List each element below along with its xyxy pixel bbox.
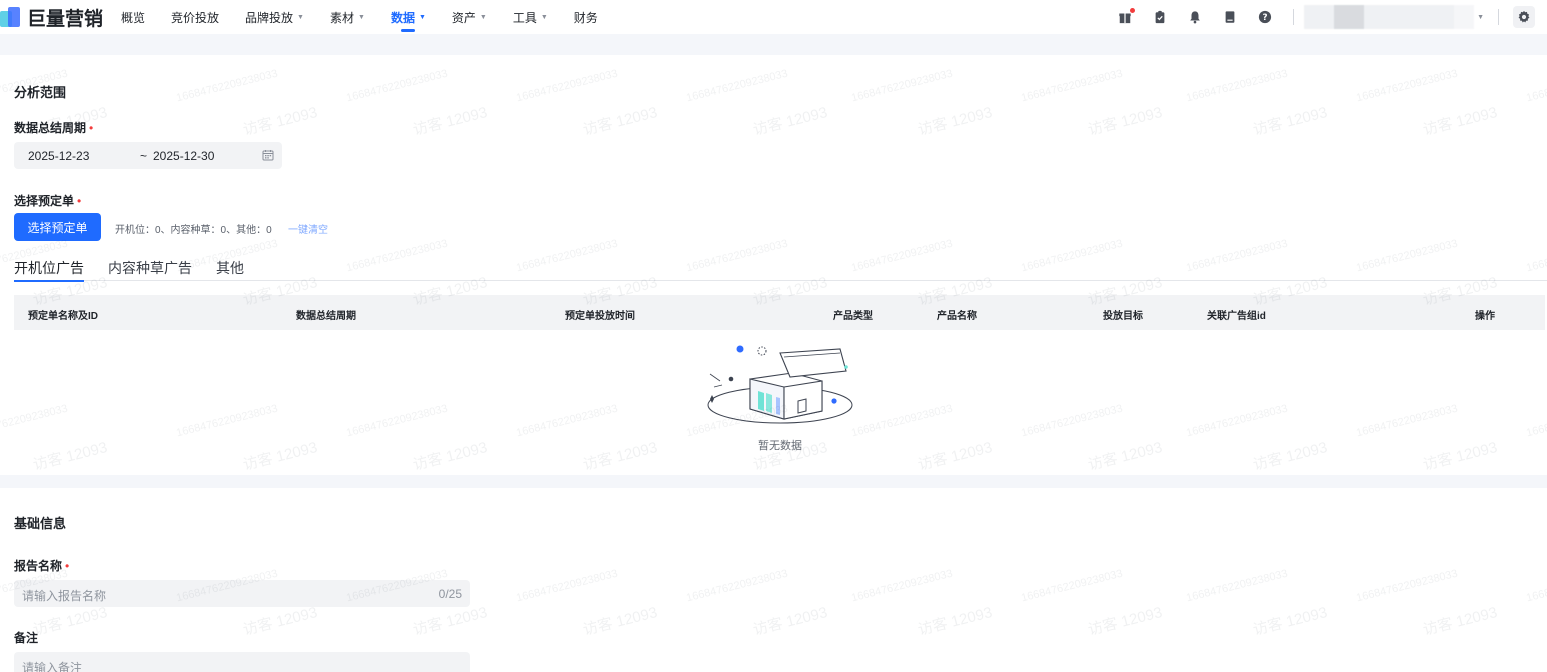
nav-item-label: 资产 [451,10,476,25]
table-header: 预定单名称及ID 数据总结周期 预定单投放时间 产品类型 产品名称 投放目标 关… [14,295,1545,330]
calendar-icon[interactable] [262,149,274,161]
empty-box-illustration-icon [707,345,853,424]
caret-down-icon: ▼ [297,13,304,21]
column-header: 产品名称 [937,311,977,322]
nav-item-label: 竞价投放 [171,10,220,25]
report-name-input[interactable]: 请输入报告名称 0/25 [14,580,470,607]
nav-item-overview[interactable]: 概览 [121,0,145,34]
empty-state: 暂无数据 [700,341,860,453]
selection-summary: 开机位：0、内容种草：0、其他：0 [115,225,272,236]
nav-item-label: 财务 [573,10,598,25]
nav-item-label: 数据 [390,10,415,25]
section-title-basic: 基础信息 [14,516,67,531]
caret-down-icon: ▼ [358,13,365,21]
nav-item-tools[interactable]: 工具 ▼ [513,0,548,34]
logo-text: 巨量营销 [27,8,104,30]
tab-other[interactable]: 其他 [216,258,244,281]
nav-item-bidding[interactable]: 竞价投放 [171,0,219,34]
svg-text:?: ? [1263,13,1268,23]
column-header: 产品类型 [833,311,873,322]
order-label: 选择预定单 • [14,194,82,208]
topbar-actions: ? ▼ [1098,0,1547,34]
nav-item-brand[interactable]: 品牌投放 ▼ [245,0,304,34]
nav-item-label: 品牌投放 [245,10,294,25]
note-input[interactable]: 请输入备注 [14,652,470,672]
column-header: 预定单名称及ID [28,311,98,322]
nav-item-data[interactable]: 数据 ▼ [391,0,426,34]
report-name-label: 报告名称 • [14,559,70,573]
help-icon[interactable]: ? [1257,9,1273,25]
bell-icon[interactable] [1187,9,1203,25]
logo-mark-icon [0,5,26,29]
start-date[interactable]: 2025-12-23 [28,149,89,163]
empty-state-text: 暂无数据 [758,440,802,452]
caret-down-icon: ▼ [418,13,426,21]
analysis-panel: 分析范围 数据总结周期 • 2025-12-23 ~ 2025-12-30 选择预… [0,55,1547,475]
report-name-placeholder: 请输入报告名称 [22,589,107,603]
nav-item-label: 素材 [329,10,354,25]
basic-info-panel: 基础信息 报告名称 • 请输入报告名称 0/25 备注 请输入备注 [0,488,1547,672]
date-range-picker[interactable]: 2025-12-23 ~ 2025-12-30 [14,142,282,169]
column-header: 投放目标 [1103,311,1143,322]
nav-item-finance[interactable]: 财务 [574,0,598,34]
date-separator: ~ [140,148,148,163]
app-logo[interactable]: 巨量营销 [0,0,110,34]
select-order-button[interactable]: 选择预定单 [14,213,101,241]
column-header: 预定单投放时间 [565,311,635,322]
notification-dot [1130,8,1136,13]
main-nav: 概览 竞价投放 品牌投放 ▼ 素材 ▼ 数据 ▼ 资产 ▼ 工具 ▼ 财务 [121,0,624,34]
caret-down-icon: ▼ [540,13,548,21]
caret-down-icon: ▼ [479,13,487,21]
settings-icon[interactable] [1513,6,1535,28]
end-date[interactable]: 2025-12-30 [153,149,214,163]
column-header: 关联广告组id [1207,311,1266,322]
ad-type-tabs: 开机位广告 内容种草广告 其他 [14,258,1547,282]
note-placeholder: 请输入备注 [22,661,83,672]
top-navbar: 巨量营销 概览 竞价投放 品牌投放 ▼ 素材 ▼ 数据 ▼ 资产 ▼ 工具 ▼ 财务 ? ▼ [0,0,1547,34]
chevron-down-icon[interactable]: ▼ [1477,14,1484,21]
divider [1498,9,1499,25]
document-icon[interactable] [1222,9,1238,25]
note-label: 备注 [14,631,39,645]
clipboard-check-icon[interactable] [1152,9,1168,25]
nav-item-label: 概览 [121,10,146,25]
divider [1293,9,1295,25]
gift-icon[interactable] [1117,8,1136,25]
nav-item-label: 工具 [512,10,537,25]
char-counter: 0/25 [438,587,462,601]
tab-content-seeding-ads[interactable]: 内容种草广告 [108,258,192,281]
tab-splash-ads[interactable]: 开机位广告 [14,258,84,282]
clear-all-link[interactable]: 一键清空 [288,221,328,236]
column-header: 操作 [1475,311,1495,322]
period-label: 数据总结周期 • [14,121,94,135]
section-title-analysis: 分析范围 [14,85,67,100]
nav-item-assets[interactable]: 资产 ▼ [452,0,487,34]
column-header: 数据总结周期 [296,311,356,322]
nav-item-creative[interactable]: 素材 ▼ [330,0,365,34]
account-switcher[interactable] [1304,5,1475,29]
